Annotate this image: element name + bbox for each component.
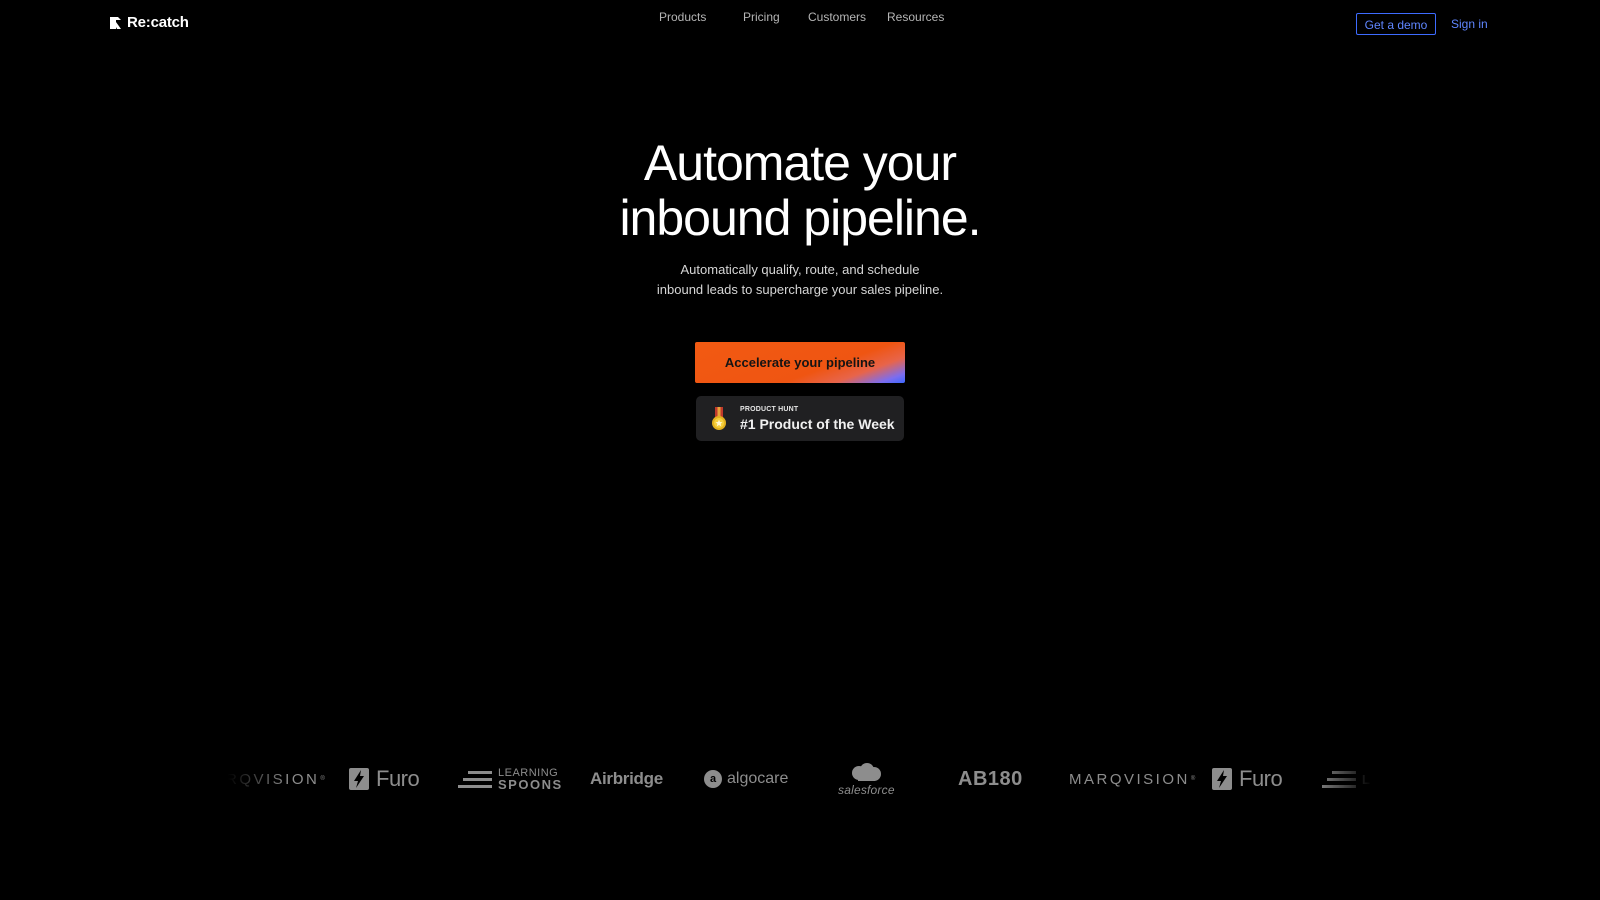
get-demo-button[interactable]: Get a demo	[1356, 13, 1436, 35]
learning-spoons-lines-icon	[458, 771, 492, 788]
marqvision-text: MARQVISION	[1069, 770, 1190, 788]
client-logo-ab180: AB180	[958, 756, 1023, 802]
learning-text: LE	[1362, 771, 1373, 787]
client-logo-algocare: a algocare	[704, 756, 788, 802]
hero-subtitle-line2: inbound leads to supercharge your sales …	[656, 282, 944, 297]
hero-title: Automate your inbound pipeline.	[500, 136, 1100, 246]
client-logo-marqvision-2: MARQVISION ®	[1069, 756, 1195, 802]
furo-text: Furo	[376, 766, 420, 791]
medal-icon	[712, 406, 726, 430]
salesforce-cloud-icon	[852, 762, 882, 781]
client-logo-learning-spoons: LEARNING SPOONS	[458, 756, 563, 802]
registered-mark: ®	[1190, 776, 1196, 782]
badge-label: PRODUCT HUNT	[740, 405, 799, 413]
nav-products[interactable]: Products	[659, 10, 706, 24]
nav-customers[interactable]: Customers	[808, 10, 866, 24]
client-logo-salesforce: salesforce	[838, 756, 895, 802]
nav-resources[interactable]: Resources	[887, 10, 944, 24]
learning-spoons-text: LE	[1362, 771, 1373, 787]
furo-bolt-icon	[349, 768, 369, 790]
learning-spoons-lines-icon	[1322, 771, 1356, 788]
client-logo-learning-spoons-2: LE	[1322, 756, 1373, 802]
hero-title-line1: Automate your	[643, 135, 957, 191]
accelerate-pipeline-button[interactable]: Accelerate your pipeline	[695, 342, 905, 383]
client-logo-furo-2: Furo	[1212, 756, 1283, 802]
furo-bolt-icon	[1212, 768, 1232, 790]
salesforce-text: salesforce	[838, 782, 895, 797]
page: Re:catch Products Pricing Customers Reso…	[0, 0, 1600, 900]
airbridge-text: Airbridge	[590, 769, 663, 788]
recatch-logo[interactable]: Re:catch	[110, 14, 189, 31]
hero-title-line2: inbound pipeline.	[619, 190, 981, 246]
registered-mark: ®	[320, 776, 325, 782]
algocare-text: algocare	[727, 770, 789, 787]
client-logo-strip: RQVISION ® Furo LEARNING SPOONS Airbridge	[228, 756, 1373, 802]
top-nav: Re:catch Products Pricing Customers Reso…	[0, 0, 1600, 50]
badge-title: #1 Product of the Week	[740, 415, 895, 432]
product-hunt-badge[interactable]: PRODUCT HUNT #1 Product of the Week	[696, 396, 904, 441]
logo-text: Re:catch	[127, 14, 189, 31]
nav-pricing[interactable]: Pricing	[743, 10, 780, 24]
hero-subtitle-line1: Automatically qualify, route, and schedu…	[680, 262, 920, 277]
client-logo-furo: Furo	[349, 756, 420, 802]
client-logo-marqvision: RQVISION ®	[228, 756, 325, 802]
furo-text: Furo	[1239, 766, 1283, 791]
algocare-mark-icon: a	[704, 770, 722, 788]
learning-spoons-text: LEARNING SPOONS	[498, 768, 563, 792]
recatch-mark-icon	[110, 16, 121, 29]
client-logo-airbridge: Airbridge	[590, 756, 663, 802]
sign-in-link[interactable]: Sign in	[1451, 17, 1488, 31]
ab180-text: AB180	[958, 767, 1023, 790]
marqvision-text: RQVISION	[228, 770, 320, 788]
spoons-text: SPOONS	[498, 777, 563, 792]
badge-text: PRODUCT HUNT #1 Product of the Week	[740, 405, 895, 433]
hero-subtitle: Automatically qualify, route, and schedu…	[600, 260, 1000, 300]
